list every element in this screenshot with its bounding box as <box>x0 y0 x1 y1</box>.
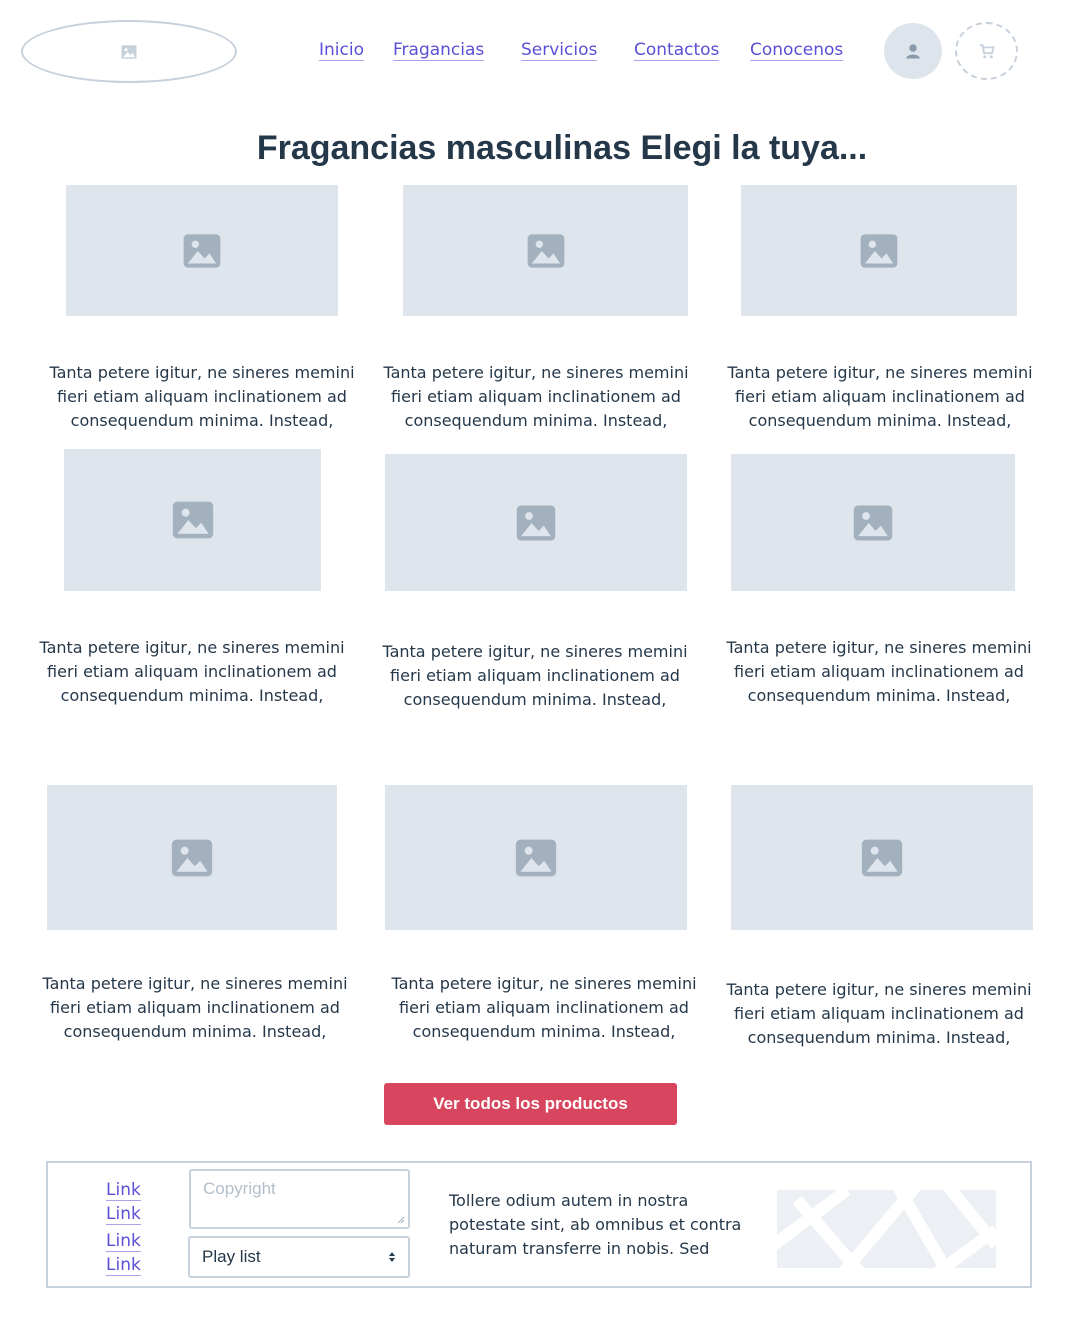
product-image[interactable] <box>385 454 687 591</box>
product-caption: Tanta petere igitur, ne sineres memini f… <box>727 363 1033 430</box>
image-icon <box>515 839 557 876</box>
footer: Link Link Link Link Copyright Play list … <box>46 1161 1032 1288</box>
product-image[interactable] <box>741 185 1017 316</box>
select-arrows-icon <box>389 1252 395 1262</box>
product-image[interactable] <box>731 454 1015 591</box>
product-caption: Tanta petere igitur, ne sineres memini f… <box>726 638 1032 705</box>
nav-servicios[interactable]: Servicios <box>521 40 598 61</box>
map-thumbnail[interactable] <box>777 1190 996 1268</box>
footer-link[interactable]: Link <box>106 1231 141 1252</box>
image-icon <box>171 839 213 876</box>
map-icon <box>777 1190 996 1268</box>
product-image[interactable] <box>403 185 688 316</box>
playlist-select-value: Play list <box>202 1247 261 1266</box>
product-image[interactable] <box>66 185 338 316</box>
product-caption: Tanta petere igitur, ne sineres memini f… <box>391 974 697 1041</box>
nav-conocenos[interactable]: Conocenos <box>750 40 844 61</box>
user-icon <box>906 44 920 59</box>
footer-text: Tollere odium autem in nostra potestate … <box>449 1191 742 1258</box>
view-all-products-button[interactable]: Ver todos los productos <box>384 1083 677 1125</box>
user-button[interactable] <box>884 23 942 79</box>
cart-icon <box>979 44 995 59</box>
image-icon <box>527 233 564 268</box>
image-icon <box>860 233 898 268</box>
product-image[interactable] <box>47 785 337 930</box>
image-icon <box>121 44 137 59</box>
resize-handle-icon[interactable] <box>397 1216 405 1224</box>
image-icon <box>853 505 893 540</box>
image-icon <box>172 501 213 539</box>
product-caption: Tanta petere igitur, ne sineres memini f… <box>39 638 345 705</box>
product-image[interactable] <box>385 785 687 930</box>
product-image[interactable] <box>64 449 321 591</box>
image-icon <box>183 233 221 268</box>
product-caption: Tanta petere igitur, ne sineres memini f… <box>49 363 355 430</box>
page-title: Fragancias masculinas Elegi la tuya... <box>256 129 868 167</box>
copyright-placeholder: Copyright <box>203 1179 276 1198</box>
footer-link[interactable]: Link <box>106 1180 141 1201</box>
nav-contactos[interactable]: Contactos <box>634 40 720 61</box>
product-caption: Tanta petere igitur, ne sineres memini f… <box>382 642 688 709</box>
product-caption: Tanta petere igitur, ne sineres memini f… <box>726 980 1032 1047</box>
product-caption: Tanta petere igitur, ne sineres memini f… <box>383 363 689 430</box>
product-caption: Tanta petere igitur, ne sineres memini f… <box>42 974 348 1041</box>
logo[interactable] <box>21 20 237 83</box>
nav-inicio[interactable]: Inicio <box>319 40 364 61</box>
playlist-select[interactable]: Play list <box>188 1236 410 1278</box>
footer-link[interactable]: Link <box>106 1204 141 1225</box>
nav-fragancias[interactable]: Fragancias <box>393 40 485 61</box>
footer-link[interactable]: Link <box>106 1255 141 1276</box>
image-icon <box>516 505 556 540</box>
copyright-textarea[interactable]: Copyright <box>189 1169 410 1229</box>
image-icon <box>861 839 903 876</box>
product-image[interactable] <box>731 785 1033 930</box>
cart-button[interactable] <box>955 22 1018 80</box>
